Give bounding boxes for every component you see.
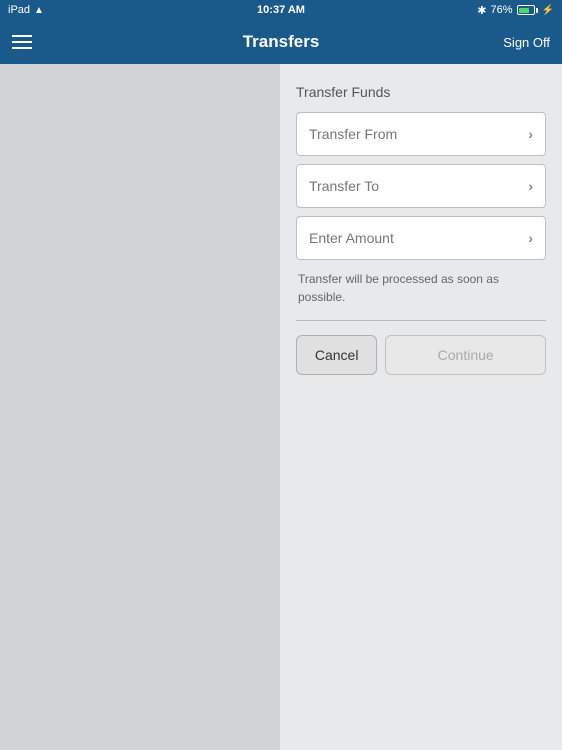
sign-off-button[interactable]: Sign Off [503, 35, 550, 50]
status-time: 10:37 AM [257, 4, 305, 16]
enter-amount-label: Enter Amount [309, 230, 394, 246]
status-left: iPad ▲ [8, 4, 44, 16]
main-layout: Transfer Funds Transfer From › Transfer … [0, 64, 562, 750]
carrier-label: iPad [8, 4, 30, 16]
page-title: Transfers [243, 32, 320, 52]
transfer-to-label: Transfer To [309, 178, 379, 194]
transfer-from-field[interactable]: Transfer From › [296, 112, 546, 156]
chevron-right-icon: › [528, 230, 533, 246]
battery-percent: 76% [491, 4, 513, 16]
transfer-from-label: Transfer From [309, 126, 397, 142]
charging-icon: ⚡ [542, 5, 554, 16]
bluetooth-icon: ✱ [477, 4, 486, 17]
transfer-to-field[interactable]: Transfer To › [296, 164, 546, 208]
wifi-icon: ▲ [34, 5, 44, 16]
info-text: Transfer will be processed as soon as po… [298, 270, 544, 306]
continue-button[interactable]: Continue [385, 335, 546, 375]
status-bar: iPad ▲ 10:37 AM ✱ 76% ⚡ [0, 0, 562, 20]
left-panel [0, 64, 280, 750]
chevron-right-icon: › [528, 126, 533, 142]
chevron-right-icon: › [528, 178, 533, 194]
divider [296, 320, 546, 321]
buttons-row: Cancel Continue [296, 335, 546, 375]
status-right: ✱ 76% ⚡ [477, 4, 554, 17]
section-title: Transfer Funds [296, 84, 546, 100]
menu-button[interactable] [12, 35, 32, 49]
enter-amount-field[interactable]: Enter Amount › [296, 216, 546, 260]
battery-icon [517, 5, 538, 15]
cancel-button[interactable]: Cancel [296, 335, 377, 375]
nav-bar: Transfers Sign Off [0, 20, 562, 64]
right-panel: Transfer Funds Transfer From › Transfer … [280, 64, 562, 750]
